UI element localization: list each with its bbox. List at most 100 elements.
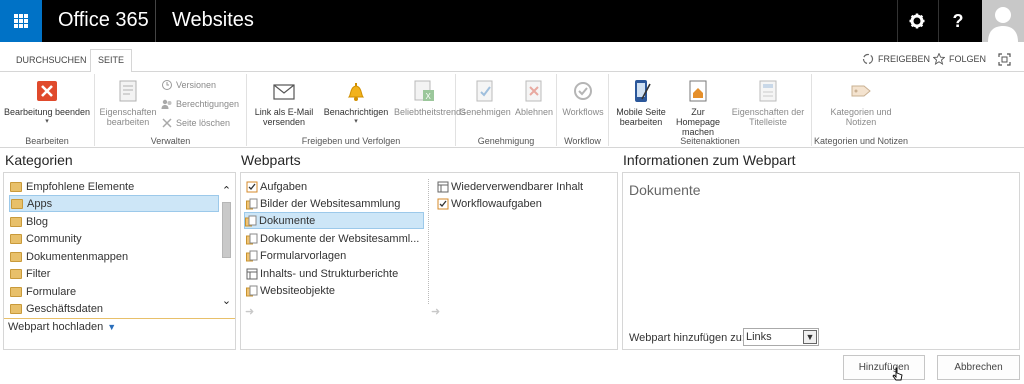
app-launcher-button[interactable] bbox=[0, 0, 42, 42]
follow-label: FOLGEN bbox=[949, 54, 987, 64]
notify-button[interactable]: Benachrichtigen ▾ bbox=[323, 78, 389, 127]
settings-button[interactable] bbox=[897, 0, 937, 42]
edit-mobile-page-button[interactable]: Mobile Seite bearbeiten bbox=[611, 78, 671, 127]
cancel-button[interactable]: Abbrechen bbox=[937, 355, 1020, 380]
workflows-button[interactable]: Workflows bbox=[559, 78, 607, 117]
category-item[interactable]: Community bbox=[9, 230, 219, 247]
webpart-item[interactable]: Dokumente bbox=[244, 212, 424, 229]
user-silhouette-icon bbox=[988, 7, 1018, 42]
tags-notes-label-2: Notizen bbox=[845, 117, 877, 127]
webpart-item[interactable]: Bilder der Websitesammlung bbox=[246, 195, 424, 212]
category-label: Blog bbox=[26, 215, 49, 228]
ribbon-group-kategorien: Kategorien und Notizen Kategorien und No… bbox=[812, 74, 910, 146]
categories-scrollbar[interactable]: ⌃ ⌄ bbox=[220, 185, 233, 315]
avatar[interactable] bbox=[982, 0, 1024, 42]
category-item[interactable]: Dokumentenmappen bbox=[9, 248, 219, 265]
category-label: Community bbox=[26, 232, 82, 245]
next-page-icon[interactable]: ➜ bbox=[431, 305, 440, 318]
edit-properties-button[interactable]: Eigenschaften bearbeiten bbox=[98, 78, 158, 127]
add-to-label: Webpart hinzufügen zu: bbox=[629, 332, 745, 344]
webpart-item[interactable]: Workflowaufgaben bbox=[437, 195, 615, 212]
webpart-item[interactable]: Inhalts- und Strukturberichte bbox=[246, 265, 424, 282]
reject-button[interactable]: Ablehnen bbox=[512, 78, 556, 117]
webpart-label: Formularvorlagen bbox=[260, 249, 347, 262]
webpart-item[interactable]: Dokumente der Websitesamml... bbox=[246, 230, 424, 247]
gear-icon bbox=[909, 13, 925, 29]
category-item[interactable]: Filter bbox=[9, 265, 219, 282]
zone-select[interactable]: Links ▼ bbox=[743, 328, 819, 346]
site-title[interactable]: Websites bbox=[172, 9, 254, 32]
stop-editing-icon bbox=[37, 81, 57, 101]
category-item[interactable]: Geschäftsdaten bbox=[9, 300, 219, 317]
list-icon bbox=[437, 181, 449, 193]
ribbon-group-freigeben: Link als E-Mail versenden Benachrichtige… bbox=[247, 74, 466, 146]
selected-webpart-name: Dokumente bbox=[629, 182, 701, 198]
edit-mobile-label-2: bearbeiten bbox=[619, 117, 663, 127]
webpart-item[interactable]: Aufgaben bbox=[246, 178, 424, 195]
brand-title[interactable]: Office 365 bbox=[58, 9, 149, 32]
webparts-panel: Aufgaben Bilder der Websitesammlung Doku… bbox=[240, 172, 618, 350]
bell-icon bbox=[347, 83, 365, 101]
help-button[interactable]: ? bbox=[938, 0, 978, 42]
email-link-button[interactable]: Link als E-Mail versenden bbox=[251, 78, 317, 127]
permissions-button[interactable]: Berechtigungen bbox=[161, 97, 239, 111]
tags-notes-button[interactable]: Kategorien und Notizen bbox=[816, 78, 906, 127]
suite-divider bbox=[155, 0, 156, 42]
upload-webpart-button[interactable]: Webpart hochladen ▼ bbox=[8, 321, 116, 333]
scroll-up-icon[interactable]: ⌃ bbox=[220, 185, 233, 197]
stop-editing-label: Bearbeitung beenden bbox=[3, 107, 91, 117]
focus-content-button[interactable] bbox=[998, 53, 1011, 66]
category-item[interactable]: Formulare bbox=[9, 283, 219, 300]
category-label: Dokumentenmappen bbox=[26, 250, 129, 263]
title-bar-label-2: Titelleiste bbox=[749, 117, 787, 127]
folder-icon bbox=[11, 198, 23, 209]
categories-divider bbox=[4, 318, 235, 319]
folder-icon bbox=[10, 233, 22, 244]
group-label: Kategorien und Notizen bbox=[813, 136, 909, 146]
popularity-trends-button[interactable]: X Beliebtheitstrends bbox=[394, 78, 466, 117]
delete-icon bbox=[162, 118, 172, 128]
stop-editing-button[interactable]: Bearbeitung beenden ▾ bbox=[3, 78, 91, 127]
folder-icon bbox=[10, 286, 22, 297]
category-item[interactable]: Empfohlene Elemente bbox=[9, 178, 219, 195]
ribbon-group-bearbeiten: Bearbeitung beenden ▾ Bearbeiten bbox=[0, 74, 95, 146]
tab-seite[interactable]: SEITE bbox=[90, 49, 133, 73]
upload-webpart-label: Webpart hochladen bbox=[8, 321, 104, 333]
edit-mobile-label-1: Mobile Seite bbox=[616, 107, 666, 117]
webpart-item[interactable]: Formularvorlagen bbox=[246, 247, 424, 264]
tags-icon bbox=[851, 85, 871, 97]
tab-durchsuchen[interactable]: DURCHSUCHEN bbox=[9, 50, 94, 72]
group-label: Genehmigung bbox=[477, 136, 535, 146]
title-bar-icon bbox=[759, 80, 777, 102]
webpart-item[interactable]: Websiteobjekte bbox=[246, 282, 424, 299]
library-icon bbox=[246, 250, 258, 262]
webpart-label: Dokumente der Websitesamml... bbox=[260, 232, 420, 245]
folder-icon bbox=[10, 216, 22, 227]
webpart-label: Aufgaben bbox=[260, 180, 308, 193]
category-item[interactable]: Blog bbox=[9, 213, 219, 230]
follow-button[interactable]: FOLGEN bbox=[933, 53, 986, 65]
versions-button[interactable]: Versionen bbox=[161, 78, 216, 92]
permissions-label: Berechtigungen bbox=[176, 99, 240, 109]
homepage-icon bbox=[689, 80, 707, 102]
make-homepage-button[interactable]: Zur Homepage machen bbox=[671, 78, 725, 137]
add-button[interactable]: Hinzufügen bbox=[843, 355, 925, 380]
reject-label: Ablehnen bbox=[514, 107, 554, 117]
scrollbar-thumb[interactable] bbox=[222, 202, 231, 258]
workflows-label: Workflows bbox=[562, 107, 604, 117]
ribbon-group-genehmigung: Genehmigen Ablehnen Genehmigung bbox=[456, 74, 557, 146]
scroll-down-icon[interactable]: ⌄ bbox=[220, 295, 233, 307]
webpart-label: Websiteobjekte bbox=[260, 284, 336, 297]
category-item[interactable]: Apps bbox=[9, 195, 219, 212]
versions-icon bbox=[162, 80, 172, 90]
share-button[interactable]: FREIGEBEN bbox=[862, 53, 930, 65]
chevron-down-icon[interactable]: ▼ bbox=[803, 330, 817, 344]
delete-page-button[interactable]: Seite löschen bbox=[161, 116, 230, 130]
webpart-info-heading: Informationen zum Webpart bbox=[623, 152, 796, 168]
title-bar-properties-button[interactable]: Eigenschaften der Titelleiste bbox=[727, 78, 809, 127]
prev-page-icon[interactable]: ➜ bbox=[245, 305, 254, 318]
webpart-item[interactable]: Wiederverwendbarer Inhalt bbox=[437, 178, 615, 195]
envelope-icon bbox=[273, 84, 295, 100]
approve-button[interactable]: Genehmigen bbox=[458, 78, 512, 117]
mobile-edit-icon bbox=[635, 80, 651, 102]
